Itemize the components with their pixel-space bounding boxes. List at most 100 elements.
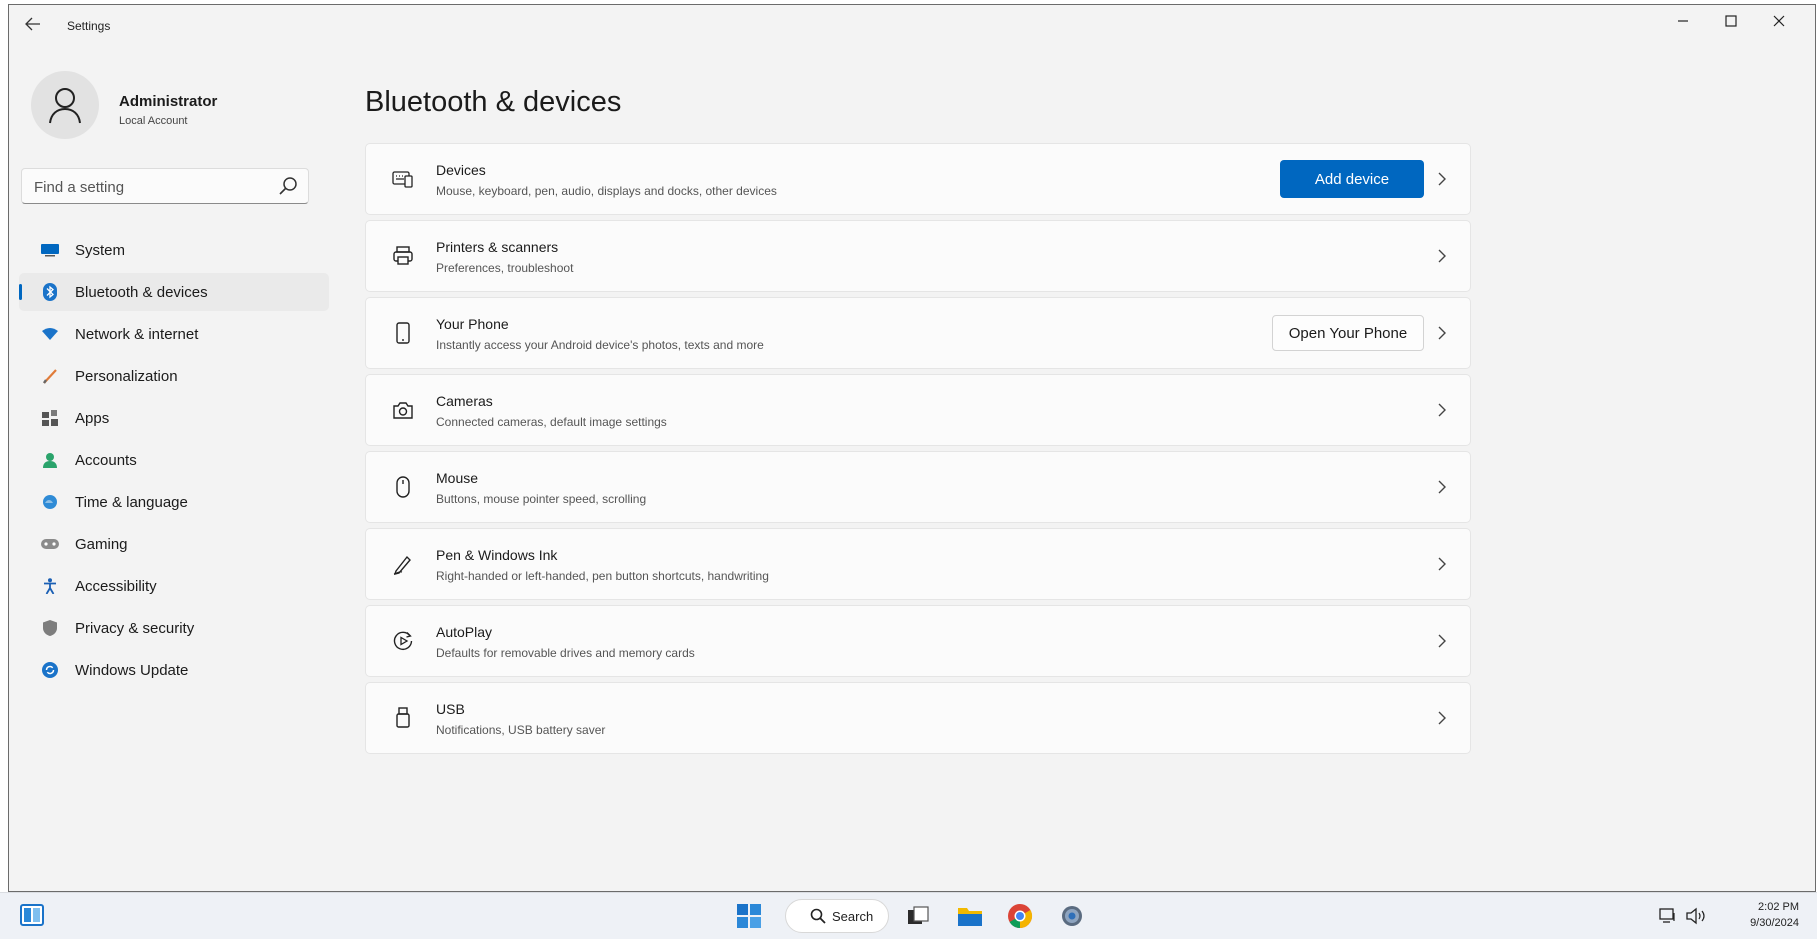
sidebar-item-label: Network & internet — [75, 325, 199, 343]
settings-gear-icon[interactable] — [1058, 902, 1086, 930]
apps-icon — [41, 409, 59, 427]
card-printers-scanners[interactable]: Printers & scanners Preferences, trouble… — [365, 220, 1471, 292]
sidebar-item-label: Accessibility — [75, 577, 157, 595]
page-title: Bluetooth & devices — [365, 86, 622, 119]
sidebar-item-accounts[interactable]: Accounts — [19, 441, 329, 479]
user-name: Administrator — [119, 93, 218, 110]
chevron-right-icon — [1438, 172, 1446, 186]
accessibility-icon — [41, 577, 59, 595]
search-icon[interactable] — [278, 176, 298, 196]
card-title: Pen & Windows Ink — [436, 547, 558, 563]
card-title: AutoPlay — [436, 624, 493, 640]
back-arrow-icon — [25, 17, 40, 31]
search-box — [21, 168, 309, 205]
task-view-icon[interactable] — [904, 902, 932, 930]
sidebar-item-label: Bluetooth & devices — [75, 283, 208, 301]
open-your-phone-button[interactable]: Open Your Phone — [1272, 315, 1424, 351]
card-title: Your Phone — [436, 316, 509, 332]
autoplay-icon — [393, 631, 413, 650]
card-title: Cameras — [436, 393, 493, 409]
card-description: Instantly access your Android device's p… — [436, 338, 764, 352]
search-icon — [810, 908, 826, 924]
card-usb[interactable]: USB Notifications, USB battery saver — [365, 682, 1471, 754]
camera-icon — [393, 402, 413, 419]
search-input[interactable] — [32, 169, 266, 205]
clock-date[interactable]: 9/30/2024 — [1750, 917, 1799, 929]
maximize-icon — [1725, 15, 1737, 27]
devices-icon — [392, 171, 413, 188]
taskbar-search[interactable]: Search — [785, 899, 889, 933]
gaming-icon — [41, 535, 59, 553]
minimize-icon — [1678, 20, 1688, 22]
card-your-phone[interactable]: Your Phone Instantly access your Android… — [365, 297, 1471, 369]
system-icon — [41, 241, 59, 259]
active-indicator — [19, 284, 22, 300]
sidebar-item-windows-update[interactable]: Windows Update — [19, 651, 329, 689]
sidebar-item-personalization[interactable]: Personalization — [19, 357, 329, 395]
close-button[interactable] — [1757, 9, 1801, 37]
card-description: Buttons, mouse pointer speed, scrolling — [436, 492, 647, 506]
card-title: Printers & scanners — [436, 239, 559, 255]
sidebar-item-bluetooth-devices[interactable]: Bluetooth & devices — [19, 273, 329, 311]
chevron-right-icon — [1438, 634, 1446, 648]
card-description: Defaults for removable drives and memory… — [436, 646, 695, 660]
card-title: USB — [436, 701, 465, 717]
card-description: Connected cameras, default image setting… — [436, 415, 667, 429]
close-icon — [1773, 15, 1785, 27]
card-cameras[interactable]: Cameras Connected cameras, default image… — [365, 374, 1471, 446]
chevron-right-icon — [1438, 557, 1446, 571]
title-bar: Settings — [9, 5, 1815, 45]
sidebar-item-privacy-security[interactable]: Privacy & security — [19, 609, 329, 647]
personalization-icon — [41, 367, 59, 385]
sidebar-item-time-language[interactable]: Time & language — [19, 483, 329, 521]
card-mouse[interactable]: Mouse Buttons, mouse pointer speed, scro… — [365, 451, 1471, 523]
mouse-icon — [396, 476, 410, 498]
card-description: Preferences, troubleshoot — [436, 261, 574, 275]
card-autoplay[interactable]: AutoPlay Defaults for removable drives a… — [365, 605, 1471, 677]
account-type: Local Account — [119, 115, 188, 127]
sidebar-item-system[interactable]: System — [19, 231, 329, 269]
windows-update-icon — [41, 661, 59, 679]
phone-icon — [396, 322, 410, 344]
sidebar-item-accessibility[interactable]: Accessibility — [19, 567, 329, 605]
add-device-button[interactable]: Add device — [1280, 160, 1424, 198]
card-title: Devices — [436, 162, 486, 178]
time-language-icon — [41, 493, 59, 511]
person-icon — [49, 88, 81, 124]
privacy-icon — [41, 619, 59, 637]
taskbar-search-label: Search — [832, 908, 874, 924]
pen-icon — [393, 555, 411, 575]
widgets-icon[interactable] — [20, 903, 44, 927]
start-button-icon[interactable] — [737, 904, 761, 928]
avatar — [31, 71, 99, 139]
sidebar-item-gaming[interactable]: Gaming — [19, 525, 329, 563]
bluetooth-icon — [41, 283, 59, 301]
sidebar-item-network[interactable]: Network & internet — [19, 315, 329, 353]
sidebar-item-label: Time & language — [75, 493, 188, 511]
app-title: Settings — [67, 19, 111, 33]
file-explorer-icon[interactable] — [956, 902, 984, 930]
volume-icon[interactable] — [1685, 907, 1707, 925]
sidebar-item-apps[interactable]: Apps — [19, 399, 329, 437]
sidebar-item-label: Apps — [75, 409, 110, 427]
minimize-button[interactable] — [1661, 9, 1705, 37]
sidebar-item-label: System — [75, 241, 126, 259]
printer-icon — [393, 246, 413, 265]
chrome-icon[interactable] — [1006, 902, 1034, 930]
clock-time[interactable]: 2:02 PM — [1758, 901, 1799, 913]
chevron-right-icon — [1438, 480, 1446, 494]
card-description: Right-handed or left-handed, pen button … — [436, 569, 769, 583]
maximize-button[interactable] — [1709, 9, 1753, 37]
card-devices[interactable]: Devices Mouse, keyboard, pen, audio, dis… — [365, 143, 1471, 215]
sidebar-item-label: Windows Update — [75, 661, 189, 679]
sidebar-item-label: Gaming — [75, 535, 128, 553]
card-pen-windows-ink[interactable]: Pen & Windows Ink Right-handed or left-h… — [365, 528, 1471, 600]
back-button[interactable] — [19, 13, 47, 37]
sidebar-nav: System Bluetooth & devices Network & int… — [19, 231, 329, 693]
network-status-icon[interactable] — [1659, 907, 1679, 925]
sidebar-item-label: Privacy & security — [75, 619, 195, 637]
chevron-right-icon — [1438, 249, 1446, 263]
settings-list: Devices Mouse, keyboard, pen, audio, dis… — [365, 143, 1471, 759]
user-profile[interactable]: Administrator Local Account — [31, 71, 331, 145]
taskbar: Search 2:02 PM 9/30/2024 — [0, 892, 1817, 939]
